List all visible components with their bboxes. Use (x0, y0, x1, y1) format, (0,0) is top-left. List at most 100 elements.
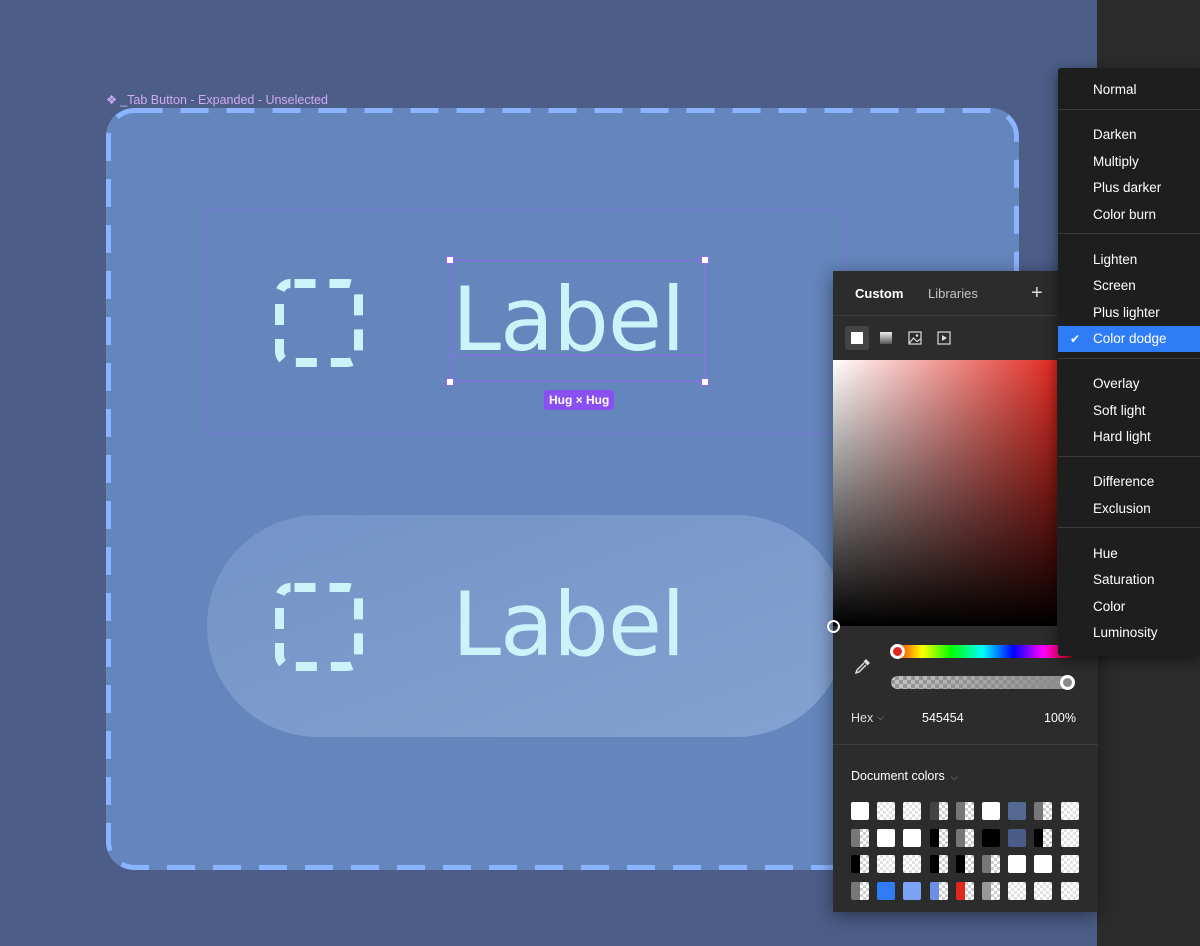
menu-item-label: Color burn (1093, 206, 1157, 222)
color-value-row: Hex ⌵ 545454 100% (833, 711, 1098, 727)
opacity-slider[interactable] (891, 675, 1075, 690)
selection-baseline (450, 355, 705, 356)
size-badge: Hug × Hug (544, 390, 615, 410)
menu-item-label: Multiply (1093, 153, 1139, 169)
color-swatch[interactable] (955, 855, 974, 873)
menu-item-label: Soft light (1093, 402, 1146, 418)
color-swatch[interactable] (929, 802, 948, 820)
menu-item-label: Hard light (1093, 429, 1151, 444)
color-swatch[interactable] (1034, 828, 1053, 847)
menu-item-label: Normal (1093, 82, 1137, 97)
resize-handle-top-left[interactable] (446, 256, 454, 264)
color-swatch[interactable] (1034, 881, 1053, 900)
blend-mode-plus-darker[interactable]: Plus darker (1058, 175, 1200, 201)
resize-handle-bottom-right[interactable] (701, 378, 709, 386)
blend-mode-multiply[interactable]: Multiply (1058, 149, 1200, 175)
color-swatch[interactable] (903, 828, 922, 847)
color-swatch[interactable] (851, 881, 869, 900)
blend-mode-difference[interactable]: Difference (1058, 469, 1200, 495)
color-swatch[interactable] (877, 828, 896, 847)
menu-item-label: Color (1093, 598, 1126, 614)
blend-mode-menu: Normal Darken Multiply Plus darker Color bur… (1058, 68, 1200, 656)
color-swatch[interactable] (955, 828, 974, 847)
color-swatch[interactable] (955, 881, 974, 900)
color-swatch[interactable] (851, 855, 869, 873)
color-format-dropdown[interactable]: Hex (851, 711, 873, 725)
plus-icon[interactable]: + (1031, 283, 1043, 303)
solid-fill-icon[interactable] (845, 326, 869, 350)
eyedropper-icon[interactable] (854, 657, 872, 675)
blend-mode-color-burn[interactable]: Color burn (1058, 202, 1200, 228)
saturation-value-area[interactable] (827, 360, 1057, 633)
color-swatch[interactable] (903, 881, 922, 900)
color-swatch[interactable] (929, 881, 948, 900)
color-swatch[interactable] (1008, 828, 1027, 847)
blend-mode-overlay[interactable]: Overlay (1058, 371, 1200, 397)
color-swatch[interactable] (1060, 881, 1079, 900)
blend-mode-normal[interactable]: Normal (1058, 77, 1200, 103)
document-colors-dropdown[interactable]: Document colors ⌵ (851, 769, 958, 783)
hex-input[interactable]: 545454 (922, 711, 964, 725)
menu-separator (1058, 357, 1200, 359)
resize-handle-bottom-left[interactable] (446, 378, 454, 386)
color-swatch[interactable] (981, 881, 1000, 900)
color-swatch[interactable] (981, 802, 1000, 820)
blend-mode-saturation[interactable]: Saturation (1058, 567, 1200, 593)
document-color-swatches (851, 802, 1079, 900)
tab-libraries[interactable]: Libraries (928, 286, 978, 301)
chevron-down-icon: ⌵ (950, 772, 958, 782)
color-swatch[interactable] (1008, 881, 1027, 900)
color-swatch[interactable] (1060, 802, 1079, 820)
blend-mode-color-dodge[interactable]: ✔ Color dodge (1058, 326, 1200, 352)
color-swatch[interactable] (851, 828, 869, 847)
blend-mode-plus-lighter[interactable]: Plus lighter (1058, 300, 1200, 326)
video-fill-icon[interactable] (932, 326, 956, 350)
color-swatch[interactable] (1034, 855, 1053, 873)
blend-mode-lighten[interactable]: Lighten (1058, 247, 1200, 273)
chevron-down-icon[interactable]: ⌵ (877, 712, 884, 723)
color-swatch[interactable] (929, 828, 948, 847)
saturation-value-knob[interactable] (827, 620, 840, 633)
menu-item-label: Plus darker (1093, 180, 1162, 195)
hue-slider-knob[interactable] (890, 644, 905, 659)
blend-mode-screen[interactable]: Screen (1058, 273, 1200, 299)
blend-mode-exclusion[interactable]: Exclusion (1058, 496, 1200, 522)
color-swatch[interactable] (981, 855, 1000, 873)
blend-mode-hard-light[interactable]: Hard light (1058, 424, 1200, 450)
menu-item-label: Saturation (1093, 572, 1155, 587)
blend-mode-soft-light[interactable]: Soft light (1058, 398, 1200, 424)
menu-separator (1058, 455, 1200, 457)
color-swatch[interactable] (1060, 828, 1079, 847)
color-swatch[interactable] (1034, 802, 1053, 820)
color-swatch[interactable] (877, 802, 896, 820)
checkmark-icon: ✔ (1070, 332, 1081, 346)
color-swatch[interactable] (877, 855, 896, 873)
component-name-label[interactable]: ❖ _Tab Button - Expanded - Unselected (106, 92, 328, 107)
blend-mode-luminosity[interactable]: Luminosity (1058, 620, 1200, 646)
blend-mode-color[interactable]: Color (1058, 594, 1200, 620)
blend-mode-darken[interactable]: Darken (1058, 122, 1200, 148)
color-swatch[interactable] (1060, 855, 1079, 873)
selection-box (450, 260, 705, 382)
menu-item-label: Lighten (1093, 251, 1138, 267)
gradient-fill-icon[interactable] (874, 326, 898, 350)
image-fill-icon[interactable] (903, 326, 927, 350)
divider (833, 744, 1098, 745)
tab-custom[interactable]: Custom (855, 286, 903, 301)
opacity-slider-knob[interactable] (1060, 675, 1075, 690)
color-swatch[interactable] (903, 855, 922, 873)
color-swatch[interactable] (877, 881, 896, 900)
color-swatch[interactable] (955, 802, 974, 820)
color-swatch[interactable] (1008, 855, 1027, 873)
blend-mode-hue[interactable]: Hue (1058, 541, 1200, 567)
color-swatch[interactable] (929, 855, 948, 873)
color-swatch[interactable] (851, 802, 869, 820)
component-diamond-icon: ❖ (106, 93, 118, 107)
resize-handle-top-right[interactable] (701, 256, 709, 264)
color-swatch[interactable] (1008, 802, 1027, 820)
color-swatch[interactable] (903, 802, 922, 820)
opacity-input[interactable]: 100% (1044, 711, 1076, 725)
menu-separator (1058, 108, 1200, 110)
hue-slider[interactable] (890, 644, 1074, 659)
color-swatch[interactable] (981, 828, 1000, 847)
